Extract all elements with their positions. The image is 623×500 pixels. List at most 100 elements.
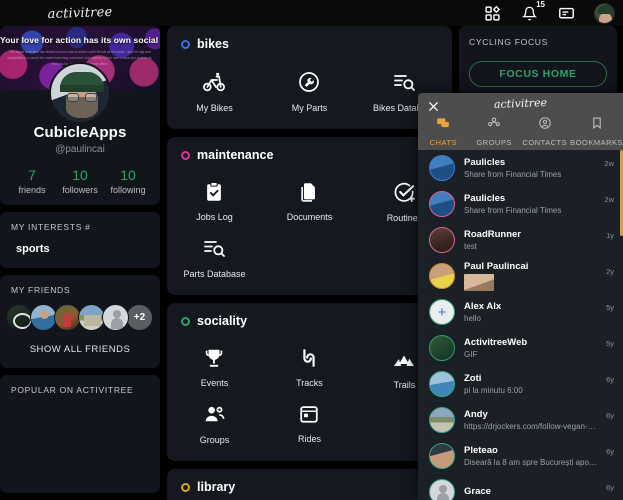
section-title: library — [197, 480, 236, 494]
avatar[interactable] — [429, 479, 455, 500]
track-route-icon — [298, 347, 320, 369]
stat-friends[interactable]: 7 friends — [8, 167, 56, 195]
chat-name: Andy — [464, 409, 488, 420]
focus-home-button[interactable]: FOCUS HOME — [469, 61, 607, 87]
tile-my-parts[interactable]: My Parts — [262, 61, 357, 117]
people-group-icon — [203, 403, 226, 426]
tab-chats[interactable]: CHATS — [418, 116, 469, 147]
tile-label: Groups — [199, 435, 230, 445]
avatar[interactable] — [429, 299, 455, 325]
friend-avatar[interactable] — [54, 304, 81, 331]
friends-title: MY FRIENDS — [11, 285, 71, 295]
brand-logo[interactable]: activitree — [34, 0, 127, 25]
interest-tag-sports[interactable]: sports — [0, 232, 160, 268]
avatar[interactable] — [429, 371, 455, 397]
tile-label: Rides — [297, 434, 321, 444]
chat-name: Pleteao — [464, 445, 498, 456]
tile-jobs-log[interactable]: Jobs Log — [167, 172, 262, 227]
tile-documents[interactable]: Documents — [262, 172, 357, 227]
list-item[interactable]: Zoti pi la minutu 6:00 6y — [418, 366, 623, 402]
chat-timestamp: 6y — [606, 483, 614, 492]
stat-followers[interactable]: 10 followers — [56, 167, 104, 195]
friends-card: MY FRIENDS +2 SHOW ALL FRIENDS — [0, 275, 160, 368]
popular-card: POPULAR ON ACTIVITREE — [0, 375, 160, 493]
tile-label: My Bikes — [196, 103, 233, 113]
tab-label: CONTACTS — [522, 138, 568, 147]
chat-timestamp: 2w — [604, 195, 614, 204]
people-group-icon — [487, 116, 501, 135]
profile-card: Your love for action has its own social … — [0, 26, 160, 205]
chat-timestamp: 6y — [606, 375, 614, 384]
avatar[interactable] — [594, 2, 615, 24]
tile-tracks[interactable]: Tracks — [262, 338, 357, 394]
friend-avatar[interactable] — [30, 304, 57, 331]
chat-name: ActivitreeWeb — [464, 337, 528, 348]
list-item[interactable]: Alex Alx hello 5y — [418, 294, 623, 330]
list-item[interactable]: Paulicles Share from Financial Times 2w — [418, 186, 623, 222]
top-bar: activitree 15 — [0, 0, 623, 26]
list-item[interactable]: Paul Paulincai 2y — [418, 258, 623, 294]
list-item[interactable]: RoadRunner test 1y — [418, 222, 623, 258]
stat-value: 10 — [120, 167, 136, 183]
chat-panel-logo: activitree — [493, 96, 548, 111]
right-sidebar: CYCLING FOCUS FOCUS HOME — [459, 26, 617, 101]
database-search-icon — [392, 70, 416, 94]
tab-contacts[interactable]: CONTACTS — [519, 116, 570, 147]
tile-label: Routines — [386, 213, 423, 223]
chat-bubbles-icon — [436, 116, 450, 135]
profile-picture[interactable] — [49, 62, 111, 124]
left-sidebar: Your love for action has its own social … — [0, 26, 160, 500]
stat-label: friends — [18, 185, 46, 195]
mountain-icon — [392, 347, 416, 371]
stat-value: 7 — [28, 167, 36, 183]
chat-conversation-list[interactable]: Paulicles Share from Financial Times 2w … — [418, 150, 623, 500]
calendar-icon — [298, 403, 320, 425]
chat-preview: GIF — [464, 350, 478, 359]
trophy-icon — [203, 347, 225, 369]
avatar[interactable] — [429, 407, 455, 433]
avatar[interactable] — [429, 335, 455, 361]
chat-name: Paul Paulincai — [464, 261, 529, 272]
messages-icon[interactable] — [557, 4, 575, 22]
list-item[interactable]: Grace 6y — [418, 474, 623, 500]
tile-parts-database[interactable]: Parts Database — [167, 227, 262, 283]
chat-timestamp: 5y — [606, 303, 614, 312]
chat-preview: Share from Financial Times — [464, 206, 562, 215]
stat-following[interactable]: 10 following — [104, 167, 152, 195]
avatar[interactable] — [429, 191, 455, 217]
section-sociality: sociality Events Tracks Trails Groups Ri… — [167, 303, 452, 461]
tile-rides[interactable]: Rides — [262, 394, 357, 449]
tile-label: Jobs Log — [196, 212, 233, 222]
tab-bookmarks[interactable]: BOOKMARKS — [570, 116, 623, 147]
check-circle-plus-icon — [393, 181, 416, 204]
list-item[interactable]: Pleteao Diseară la 8 am spre București a… — [418, 438, 623, 474]
notifications-bell-icon[interactable]: 15 — [520, 1, 545, 22]
avatar[interactable] — [429, 263, 455, 289]
friend-avatar[interactable] — [6, 304, 33, 331]
tab-label: CHATS — [429, 138, 458, 147]
tile-events[interactable]: Events — [167, 338, 262, 394]
show-all-friends-button[interactable]: SHOW ALL FRIENDS — [0, 331, 160, 368]
section-bullet-icon — [181, 482, 190, 492]
list-item[interactable]: ActivitreeWeb GIF 5y — [418, 330, 623, 366]
friend-avatar[interactable] — [78, 304, 105, 331]
avatar[interactable] — [429, 443, 455, 469]
chat-overlay-panel: activitree CHATS GROUPS CONTACTS BOOKMAR… — [418, 93, 623, 500]
avatar[interactable] — [429, 227, 455, 253]
friends-avatar-row: +2 — [0, 295, 160, 331]
chat-preview: Diseară la 8 am spre București apoi la n… — [464, 458, 597, 467]
friends-overflow-badge[interactable]: +2 — [126, 304, 153, 331]
interests-card: MY INTERESTS # sports — [0, 212, 160, 268]
list-item[interactable]: Paulicles Share from Financial Times 2w — [418, 150, 623, 186]
list-item[interactable]: Andy https://drjockers.com/follow-vegan-… — [418, 402, 623, 438]
tile-my-bikes[interactable]: My Bikes — [167, 61, 262, 117]
section-bullet-icon — [181, 150, 190, 160]
friend-avatar[interactable] — [102, 304, 129, 331]
chat-preview: hello — [464, 314, 481, 323]
apps-grid-icon[interactable] — [483, 4, 501, 22]
database-search-icon — [202, 236, 226, 260]
bicycle-icon — [202, 70, 226, 94]
avatar[interactable] — [429, 155, 455, 181]
tile-groups[interactable]: Groups — [167, 394, 262, 449]
tab-groups[interactable]: GROUPS — [469, 116, 520, 147]
